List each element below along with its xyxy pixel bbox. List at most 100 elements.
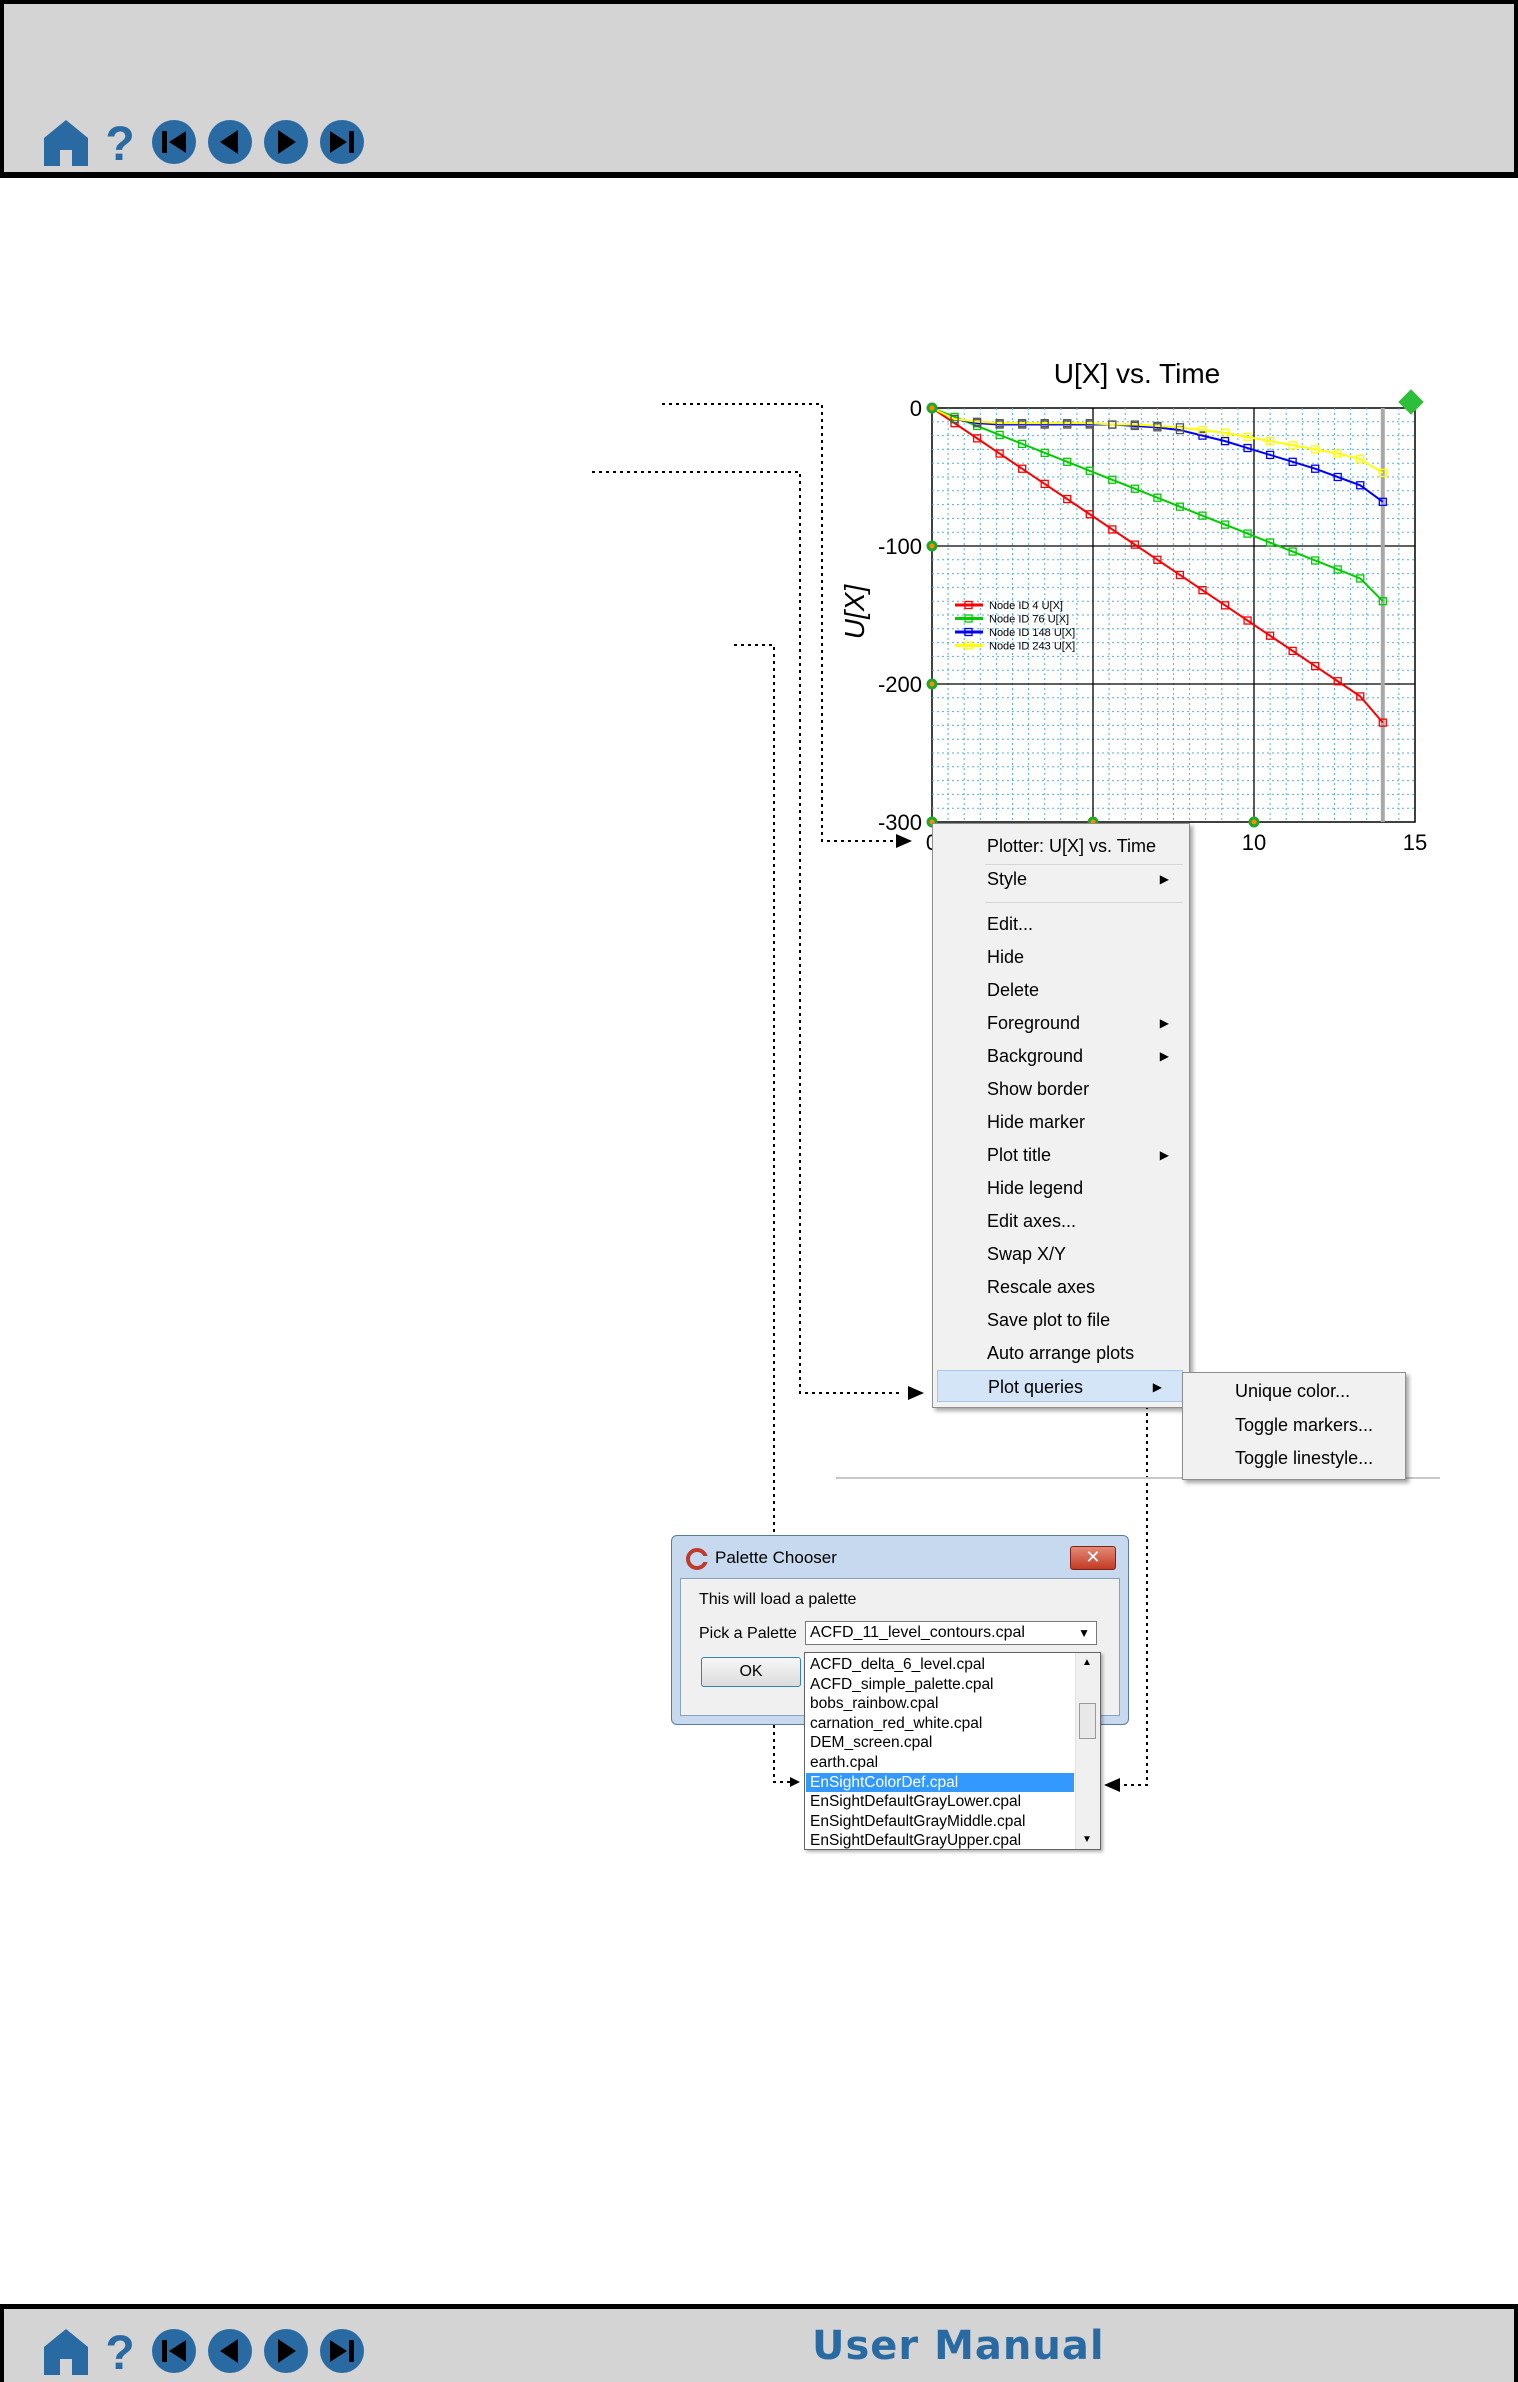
data-point: [1288, 441, 1297, 450]
palette-option[interactable]: DEM_screen.cpal: [806, 1733, 1074, 1753]
menu-item-background[interactable]: Background ▶: [933, 1040, 1189, 1072]
next-page-icon[interactable]: [262, 118, 310, 166]
submenu-item-toggle-linestyle[interactable]: Toggle linestyle...: [1183, 1442, 1405, 1475]
chart-legend: Node ID 4 U[X] Node ID 76 U[X]Node ID 148…: [955, 600, 1075, 653]
menu-item-hide-marker[interactable]: Hide marker: [933, 1106, 1189, 1138]
palette-option[interactable]: earth.cpal: [806, 1753, 1074, 1773]
data-point: [950, 414, 959, 424]
data-point: [1153, 423, 1162, 432]
data-point: [1220, 601, 1230, 610]
close-button[interactable]: ✕: [1070, 1546, 1116, 1570]
palette-option[interactable]: EnSightDefaultGrayLower.cpal: [806, 1792, 1074, 1812]
data-point: [1130, 484, 1140, 493]
data-point: [1220, 520, 1230, 529]
menu-item-swap-xy[interactable]: Swap X/Y: [933, 1238, 1189, 1270]
data-point: [972, 421, 982, 431]
scroll-up-icon[interactable]: ▲: [1082, 1657, 1092, 1668]
help-icon[interactable]: ?: [100, 116, 140, 168]
menu-item-plot-queries[interactable]: Plot queries ▶: [937, 1370, 1183, 1402]
x-tick-label: 10: [1242, 830, 1266, 855]
previous-page-icon[interactable]: [206, 2327, 254, 2375]
data-point: [1356, 454, 1365, 464]
line-chart[interactable]: 0-100-200-30001015 U[X] vs. Time U[X] No…: [0, 0, 1518, 2382]
data-point: [1288, 646, 1297, 656]
data-point: [1333, 472, 1342, 482]
palette-option[interactable]: EnSightDefaultGrayUpper.cpal: [806, 1831, 1074, 1851]
next-page-icon[interactable]: [262, 2327, 310, 2375]
data-point: [1018, 464, 1027, 473]
home-icon[interactable]: [42, 116, 90, 168]
data-point: [1108, 475, 1117, 484]
data-point: [1311, 464, 1320, 473]
menu-item-show-border[interactable]: Show border: [933, 1073, 1189, 1105]
list-scrollbar[interactable]: ▲ ▼: [1075, 1653, 1100, 1849]
help-icon[interactable]: ?: [100, 2325, 140, 2377]
data-point: [1265, 538, 1275, 547]
app-logo-icon: [686, 1548, 708, 1570]
data-point: [995, 449, 1004, 458]
menu-item-plot-title[interactable]: Plot title ▶: [933, 1139, 1189, 1171]
callout-line-palette-right: [1122, 1384, 1182, 1786]
data-point: [1198, 431, 1207, 440]
palette-option[interactable]: ACFD_simple_palette.cpal: [806, 1675, 1074, 1695]
close-icon: ✕: [1085, 1547, 1101, 1567]
menu-item-auto-arrange[interactable]: Auto arrange plots: [933, 1337, 1189, 1369]
menu-item-edit-axes[interactable]: Edit axes...: [933, 1205, 1189, 1237]
plot-context-menu: Plotter: U[X] vs. Time Style ▶ Edit... Hi…: [932, 823, 1190, 1408]
previous-page-icon[interactable]: [206, 118, 254, 166]
first-page-icon[interactable]: [150, 118, 198, 166]
palette-option-selected[interactable]: EnSightColorDef.cpal: [806, 1772, 1074, 1793]
last-page-icon[interactable]: [318, 118, 366, 166]
menu-item-foreground[interactable]: Foreground ▶: [933, 1007, 1189, 1039]
palette-option[interactable]: ACFD_delta_6_level.cpal: [806, 1655, 1074, 1675]
submenu-item-toggle-markers[interactable]: Toggle markers...: [1183, 1409, 1405, 1442]
data-point: [1356, 574, 1365, 583]
menu-item-style[interactable]: Style ▶: [933, 863, 1189, 895]
submenu-item-unique-color[interactable]: Unique color...: [1183, 1375, 1405, 1408]
scroll-down-icon[interactable]: ▼: [1082, 1834, 1092, 1845]
series-line: [931, 407, 1384, 724]
data-point: [1153, 493, 1162, 502]
svg-text:?: ?: [105, 2327, 134, 2377]
data-point: [1198, 511, 1207, 520]
data-point: [972, 419, 982, 428]
palette-option[interactable]: bobs_rainbow.cpal: [806, 1694, 1074, 1714]
top-nav-icons: ?: [42, 116, 374, 168]
data-point: [1040, 448, 1049, 458]
data-point: [1265, 436, 1275, 446]
data-point: [1220, 428, 1230, 437]
submenu-arrow-icon: ▶: [1159, 1049, 1169, 1063]
data-point: [1085, 510, 1094, 519]
first-page-icon[interactable]: [150, 2327, 198, 2375]
last-page-icon[interactable]: [318, 2327, 366, 2375]
data-point: [1063, 457, 1072, 466]
data-point: [1311, 445, 1320, 454]
menu-item-label: Plot title: [987, 1145, 1052, 1165]
menu-item-edit[interactable]: Edit...: [933, 908, 1189, 940]
menu-item-save-plot[interactable]: Save plot to file: [933, 1304, 1189, 1336]
data-point: [1243, 443, 1252, 453]
menu-item-rescale-axes[interactable]: Rescale axes: [933, 1271, 1189, 1303]
palette-select[interactable]: ACFD_11_level_contours.cpal ▼: [805, 1621, 1097, 1645]
data-point: [1243, 529, 1252, 538]
y-tick-label: -200: [878, 672, 922, 697]
scroll-thumb[interactable]: [1079, 1703, 1096, 1739]
series-line: [931, 407, 1384, 503]
arrowhead-2: [908, 1386, 924, 1400]
menu-item-hide-legend[interactable]: Hide legend: [933, 1172, 1189, 1204]
data-point: [1175, 423, 1185, 432]
data-point: [1198, 425, 1207, 435]
plot-area: [931, 407, 1416, 823]
palette-option[interactable]: EnSightDefaultGrayMiddle.cpal: [806, 1812, 1074, 1832]
data-point: [1333, 449, 1342, 458]
home-icon[interactable]: [42, 2325, 90, 2377]
menu-item-delete[interactable]: Delete: [933, 974, 1189, 1006]
ok-button[interactable]: OK: [701, 1657, 801, 1687]
data-point: [1220, 436, 1230, 446]
palette-option[interactable]: carnation_red_white.cpal: [806, 1714, 1074, 1734]
data-point: [1063, 420, 1072, 429]
menu-item-hide[interactable]: Hide: [933, 941, 1189, 973]
legend-label: Node ID 4 U[X]: [989, 600, 1063, 612]
data-point: [1108, 420, 1117, 429]
data-point: [1265, 450, 1275, 460]
